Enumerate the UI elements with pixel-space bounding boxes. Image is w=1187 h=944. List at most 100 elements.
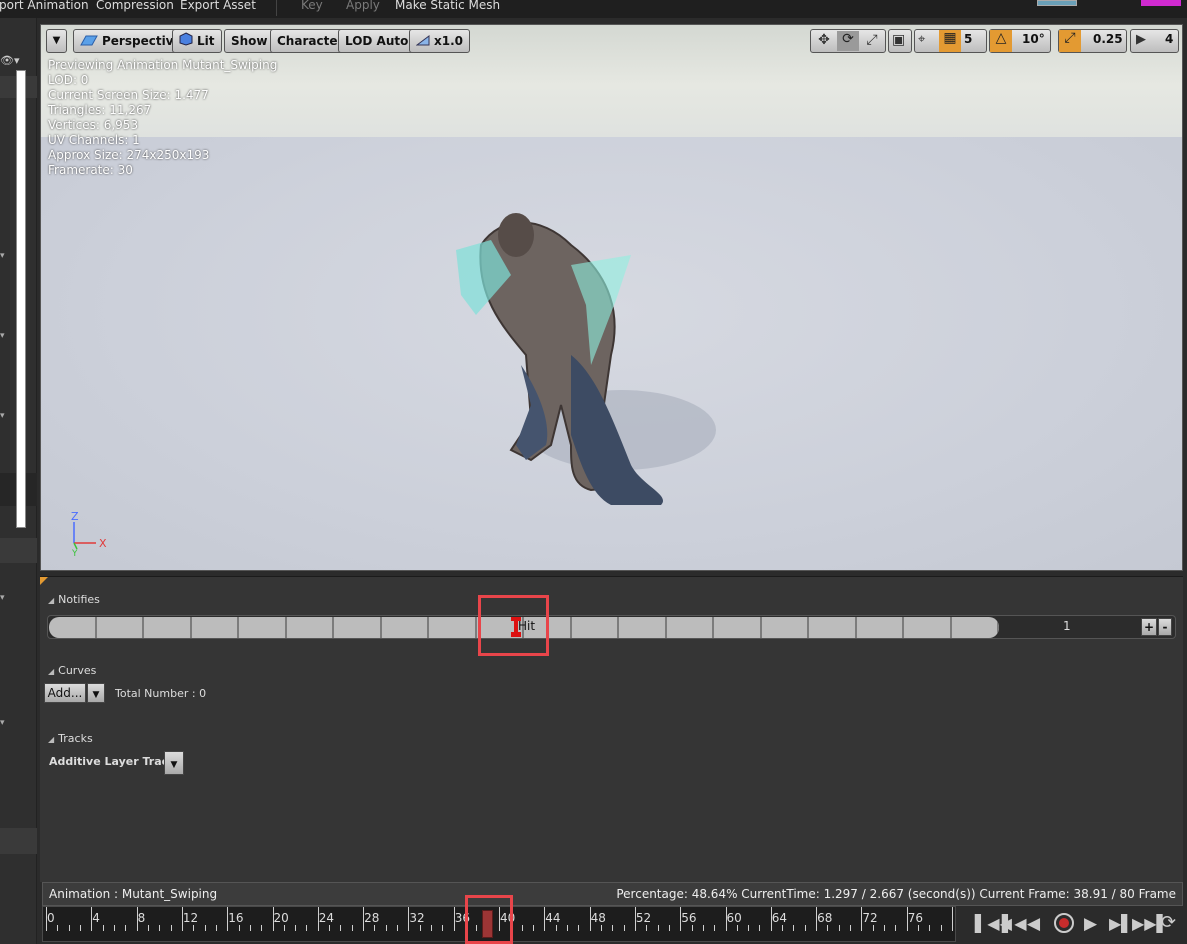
surface-snap-icon[interactable]: ⌖ [918, 32, 925, 47]
lod-menu-button[interactable]: LOD Auto [338, 29, 416, 53]
frame-tick [442, 925, 444, 931]
key-button[interactable]: Key [301, 0, 323, 12]
rotation-snap-value[interactable]: 10° [1022, 32, 1045, 46]
notifies-section-header[interactable]: ◢ Notifies [48, 593, 100, 606]
import-animation-button[interactable]: port Animation [0, 0, 89, 12]
grid-snap-group: ⌖ ▦ 5 [914, 29, 987, 53]
apply-button[interactable]: Apply [346, 0, 380, 12]
frame-tick-label: 28 [364, 911, 380, 925]
play-forward-icon[interactable]: ▶ [1084, 914, 1097, 934]
frame-tick [600, 925, 602, 931]
frame-tick-label: 8 [137, 911, 146, 925]
frame-tick-label: 0 [47, 911, 55, 925]
panel-scrollbar[interactable] [16, 70, 26, 528]
details-side-panel: 👁▾ ▾ ▾ ▾ ▾ ▾ [0, 18, 37, 944]
curves-total-count: Total Number : 0 [115, 687, 207, 700]
stats-framerate-line: Framerate: 30 [48, 163, 133, 177]
stats-lod-line: LOD: 0 [48, 73, 89, 87]
animation-viewport[interactable]: ▼ Perspective Lit Show Character LOD Aut… [40, 24, 1183, 571]
frame-tick [306, 925, 308, 931]
expand-arrow-icon[interactable]: ▾ [0, 331, 6, 341]
make-static-mesh-button[interactable]: Make Static Mesh [395, 0, 500, 12]
frame-tick [215, 925, 217, 931]
notify-track-cell [857, 617, 904, 638]
additive-tracks-dropdown[interactable]: ▼ [164, 751, 184, 775]
remove-notify-track-button[interactable]: - [1158, 618, 1172, 636]
frame-tick [850, 925, 852, 931]
frame-tick [521, 925, 523, 931]
collapse-triangle-icon: ◢ [48, 596, 55, 605]
grid-snap-icon[interactable]: ▦ [939, 30, 961, 52]
playback-details-readout: Percentage: 48.64% CurrentTime: 1.297 / … [616, 887, 1176, 901]
add-notify-track-button[interactable]: + [1141, 618, 1157, 636]
expand-arrow-icon[interactable]: ▾ [0, 718, 6, 728]
notify-track-cell [287, 617, 334, 638]
mutant-character-mesh[interactable] [421, 205, 721, 505]
color-swatch [1141, 0, 1181, 6]
viewport-options-button[interactable]: ▼ [46, 29, 67, 53]
step-forward-icon[interactable]: ▶▌ [1109, 914, 1134, 933]
expand-arrow-icon[interactable]: ▾ [0, 411, 6, 421]
frame-tick [431, 925, 433, 931]
frame-tick-label: 20 [273, 911, 289, 925]
rotation-snap-icon[interactable]: △ [990, 30, 1012, 52]
rotate-icon[interactable]: ⟳ [837, 31, 859, 51]
grid-snap-value[interactable]: 5 [964, 32, 972, 46]
scale-snap-group: ⤢ 0.25 [1058, 29, 1127, 53]
translate-icon[interactable]: ✥ [814, 32, 834, 50]
tracks-section-header[interactable]: ◢ Tracks [48, 732, 93, 745]
show-flags-button[interactable]: Show [224, 29, 275, 53]
frame-tick [759, 925, 761, 931]
play-reverse-icon[interactable]: ◀ [1027, 914, 1040, 934]
highlight-box-scrub [465, 895, 513, 944]
frame-tick [295, 925, 297, 931]
frame-tick [397, 925, 399, 931]
scale-snap-icon[interactable]: ⤢ [1059, 30, 1081, 52]
notify-track-cell [952, 617, 999, 638]
frame-tick [68, 925, 70, 931]
camera-speed-group[interactable]: ▶ 4 [1130, 29, 1179, 53]
frame-tick [884, 925, 886, 931]
frame-tick [340, 925, 342, 931]
loop-toggle-icon[interactable]: ⟳ [1161, 912, 1176, 933]
frame-tick [147, 925, 149, 931]
axis-y-label: Y [71, 549, 78, 558]
frame-tick [940, 925, 942, 931]
lit-view-mode-button[interactable]: Lit [172, 29, 222, 53]
world-local-toggle[interactable]: ▣ [888, 29, 912, 53]
expand-arrow-icon[interactable]: ▾ [0, 593, 6, 603]
frame-tick-label: 68 [817, 911, 833, 925]
eye-visibility-icon[interactable]: 👁▾ [0, 54, 20, 67]
notify-track-cell [904, 617, 952, 638]
scale-snap-value[interactable]: 0.25 [1093, 32, 1123, 46]
camera-speed-icon: ▶ [1136, 32, 1146, 47]
asset-toolbar: port Animation Compression Export Asset … [0, 0, 1187, 18]
frame-tick [691, 925, 693, 931]
axis-gizmo: Z X Y [71, 510, 107, 558]
export-asset-button[interactable]: Export Asset [180, 0, 256, 12]
playback-speed-button[interactable]: x1.0 [409, 29, 470, 53]
frame-tick [657, 925, 659, 931]
highlight-box-notify [478, 595, 549, 656]
expand-arrow-icon[interactable]: ▾ [0, 251, 6, 261]
frame-tick [623, 925, 625, 931]
frame-tick [827, 925, 829, 931]
add-curve-button[interactable]: Add... [44, 683, 86, 703]
add-curve-dropdown[interactable]: ▼ [87, 683, 105, 703]
frame-tick [736, 925, 738, 931]
notify-track-cell [382, 617, 429, 638]
frame-tick [238, 925, 240, 931]
frame-tick [895, 925, 897, 931]
animation-status-bar: Animation : Mutant_Swiping Percentage: 4… [42, 882, 1183, 906]
notify-track[interactable]: Hit 1 + - [47, 615, 1176, 639]
scale-icon[interactable]: ⤢ [862, 32, 882, 50]
camera-speed-value: 4 [1165, 32, 1174, 46]
record-button[interactable] [1054, 913, 1074, 933]
frame-tick [668, 925, 670, 931]
step-back-icon[interactable]: ▌◀ [1002, 914, 1027, 933]
curves-section-header[interactable]: ◢ Curves [48, 664, 96, 677]
frame-tick [57, 925, 59, 931]
frame-tick [125, 925, 127, 931]
frame-tick [555, 925, 557, 931]
compression-button[interactable]: Compression [96, 0, 174, 12]
